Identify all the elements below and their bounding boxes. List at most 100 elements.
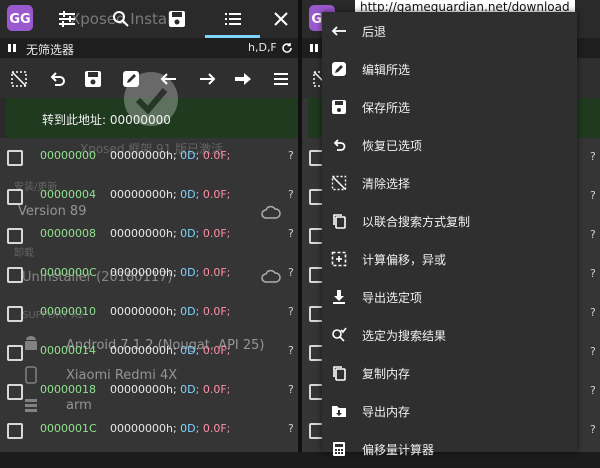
search-result-icon (330, 326, 348, 344)
row-checkbox[interactable] (7, 228, 23, 244)
memory-row[interactable]: 00000018 00000000h; 0D; 0.0F; ? (0, 372, 298, 411)
row-checkbox[interactable] (7, 345, 23, 361)
back-arrow-icon (330, 22, 348, 40)
menu-item-label: 清除选择 (362, 177, 411, 191)
row-question[interactable]: ? (288, 344, 294, 357)
refresh-icon[interactable] (280, 41, 294, 55)
close-icon[interactable] (270, 8, 292, 30)
row-question[interactable]: ? (288, 305, 294, 318)
row-question[interactable]: ? (590, 189, 596, 202)
memory-row[interactable]: 00000004 00000000h; 0D; 0.0F; ? (0, 177, 298, 216)
select-all-icon[interactable] (8, 68, 30, 90)
menu-item-back[interactable]: 后退 (322, 12, 577, 50)
row-question[interactable]: ? (590, 267, 596, 280)
dump-memory-icon (330, 402, 348, 420)
menu-item-label: 偏移量计算器 (362, 443, 435, 457)
float-value: 0.0F; (202, 227, 231, 240)
menu-item-offset-calculator[interactable]: 偏移量计算器 (322, 430, 577, 468)
row-values: 00000000h; 0D; 0.0F; (110, 383, 230, 396)
hex-value: 00000000h; (110, 422, 177, 435)
menu-item-restore[interactable]: 恢复已选项 (322, 126, 577, 164)
row-address: 0000001C (40, 422, 97, 435)
svg-text:GG: GG (9, 12, 30, 27)
top-bar: GG Xposed Installe (0, 0, 298, 38)
menu-icon[interactable] (270, 68, 292, 90)
row-question[interactable]: ? (288, 227, 294, 240)
row-question[interactable]: ? (288, 383, 294, 396)
menu-item-label: 复制内存 (362, 367, 411, 381)
menu-item-save-selected[interactable]: 保存所选 (322, 88, 577, 126)
float-value: 0.0F; (202, 188, 231, 201)
memory-row[interactable]: 0000001C 00000000h; 0D; 0.0F; ? (0, 411, 298, 450)
copy-icon (330, 212, 348, 230)
menu-item-label: 计算偏移，异或 (362, 253, 447, 267)
hex-value: 00000000h; (110, 227, 177, 240)
clear-selection-icon (330, 174, 348, 192)
row-question[interactable]: ? (590, 306, 596, 319)
row-values: 00000000h; 0D; 0.0F; (110, 422, 230, 435)
row-checkbox[interactable] (7, 384, 23, 400)
save-list-icon[interactable] (166, 8, 188, 30)
memory-row[interactable]: 00000000 00000000h; 0D; 0.0F; ? (0, 138, 298, 177)
menu-item-label: 以联合搜索方式复制 (362, 215, 471, 229)
dword-value: 0D; (180, 266, 200, 279)
row-values: 00000000h; 0D; 0.0F; (110, 266, 230, 279)
undo-icon[interactable] (46, 68, 68, 90)
menu-item-label: 恢复已选项 (362, 139, 423, 153)
search-icon[interactable] (110, 8, 132, 30)
memory-list-icon[interactable] (222, 8, 244, 30)
menu-item-copy-as-search[interactable]: 以联合搜索方式复制 (322, 202, 577, 240)
row-question[interactable]: ? (590, 345, 596, 358)
row-question[interactable]: ? (590, 228, 596, 241)
value-types-label[interactable]: h,D,F (248, 41, 277, 54)
gameguardian-logo-icon[interactable]: GG (6, 4, 34, 32)
memory-row[interactable]: 0000000C 00000000h; 0D; 0.0F; ? (0, 255, 298, 294)
row-question[interactable]: ? (288, 266, 294, 279)
pause-icon[interactable] (308, 42, 320, 54)
row-question[interactable]: ? (590, 384, 596, 397)
row-address: 00000014 (40, 344, 96, 357)
row-checkbox[interactable] (7, 189, 23, 205)
menu-item-edit-selected[interactable]: 编辑所选 (322, 50, 577, 88)
arrow-right-icon[interactable] (196, 68, 218, 90)
menu-item-copy-memory[interactable]: 复制内存 (322, 354, 577, 392)
row-question[interactable]: ? (590, 150, 596, 163)
row-values: 00000000h; 0D; 0.0F; (110, 227, 230, 240)
save-icon[interactable] (82, 68, 104, 90)
pause-icon[interactable] (6, 42, 18, 54)
filter-settings-icon[interactable] (56, 8, 78, 30)
menu-item-dump-memory[interactable]: 导出内存 (322, 392, 577, 430)
row-question[interactable]: ? (288, 188, 294, 201)
row-checkbox[interactable] (7, 306, 23, 322)
row-values: 00000000h; 0D; 0.0F; (110, 305, 230, 318)
context-menu: 后退 编辑所选 保存所选 恢复已选项 清除选择 以联合搜索方式复制 计算偏移，异… (322, 12, 577, 457)
row-question[interactable]: ? (288, 422, 294, 435)
memory-row[interactable]: 00000010 00000000h; 0D; 0.0F; ? (0, 294, 298, 333)
float-value: 0.0F; (202, 149, 231, 162)
ghost-check-icon (122, 70, 180, 128)
row-question[interactable]: ? (590, 423, 596, 436)
row-address: 00000018 (40, 383, 96, 396)
dword-value: 0D; (180, 422, 200, 435)
memory-row[interactable]: 00000014 00000000h; 0D; 0.0F; ? (0, 333, 298, 372)
menu-item-calc-offset[interactable]: 计算偏移，异或 (322, 240, 577, 278)
row-checkbox[interactable] (7, 150, 23, 166)
menu-item-clear-selection[interactable]: 清除选择 (322, 164, 577, 202)
row-address: 0000000C (40, 266, 97, 279)
offset-calculator-icon (330, 440, 348, 458)
filter-label[interactable]: 无筛选器 (26, 41, 74, 58)
row-values: 00000000h; 0D; 0.0F; (110, 188, 230, 201)
restore-icon (330, 136, 348, 154)
calc-offset-icon (330, 250, 348, 268)
dword-value: 0D; (180, 227, 200, 240)
menu-item-export-selected[interactable]: 导出选定项 (322, 278, 577, 316)
menu-item-as-search-result[interactable]: 选定为搜索结果 (322, 316, 577, 354)
goto-arrow-icon[interactable] (232, 68, 254, 90)
dword-value: 0D; (180, 305, 200, 318)
row-checkbox[interactable] (7, 423, 23, 439)
row-question[interactable]: ? (288, 149, 294, 162)
memory-row[interactable]: 00000008 00000000h; 0D; 0.0F; ? (0, 216, 298, 255)
float-value: 0.0F; (202, 344, 231, 357)
row-checkbox[interactable] (7, 267, 23, 283)
goto-edge (0, 98, 6, 138)
